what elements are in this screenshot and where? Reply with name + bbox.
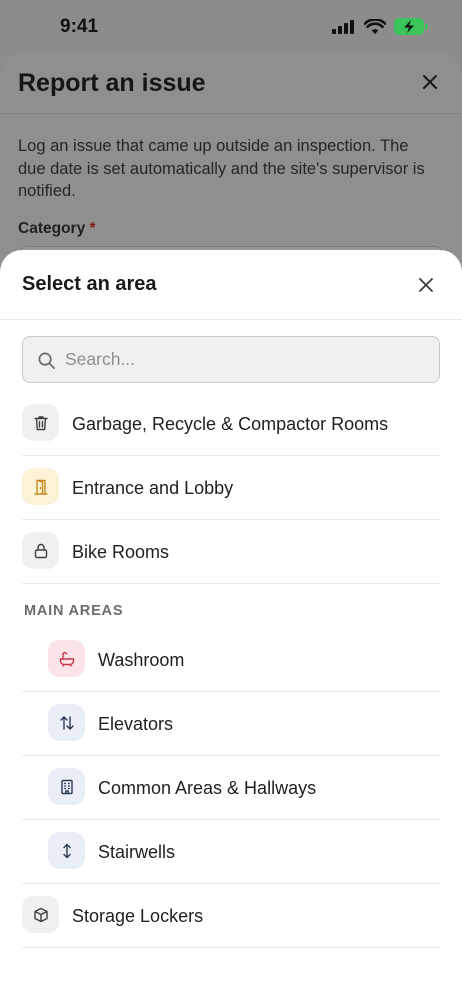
area-item-storage-lockers[interactable]: Storage Lockers [22,884,440,948]
sheet-header: Select an area [0,250,462,320]
report-issue-header: Report an issue [0,52,462,114]
vertical-arrow-icon [48,832,85,869]
bathtub-icon [48,640,85,677]
cellular-signal-icon [332,19,354,34]
required-marker: * [89,220,96,237]
report-issue-title: Report an issue [18,69,206,97]
close-icon[interactable] [420,72,440,92]
section-label-main-areas: MAIN AREAS [24,603,124,619]
area-item-label: Common Areas & Hallways [98,778,317,798]
select-area-sheet: Select an area Garbage, Recycle & Compac… [0,250,462,1000]
search-box[interactable] [22,336,440,383]
lock-icon [22,532,59,569]
up-down-arrows-icon [48,704,85,741]
trash-icon [22,404,59,441]
area-item-garbage[interactable]: Garbage, Recycle & Compactor Rooms [22,392,440,456]
category-label-text: Category [18,220,86,237]
area-item-stairwells[interactable]: Stairwells [22,820,440,884]
area-item-bike-rooms[interactable]: Bike Rooms [22,520,440,584]
category-label: Category * [18,220,96,238]
area-item-entrance[interactable]: Entrance and Lobby [22,456,440,520]
search-icon [38,352,55,369]
area-item-elevators[interactable]: Elevators [22,692,440,756]
search-input[interactable] [65,337,425,382]
building-icon [48,768,85,805]
status-icons [332,18,428,35]
area-item-common-areas[interactable]: Common Areas & Hallways [22,756,440,820]
box-icon [22,896,59,933]
area-item-label: Storage Lockers [72,906,204,926]
area-item-label: Entrance and Lobby [72,478,234,498]
battery-charging-icon [394,18,428,35]
area-item-label: Elevators [98,714,174,734]
area-item-washroom[interactable]: Washroom [22,628,440,692]
door-icon [22,468,59,505]
area-item-label: Stairwells [98,842,176,862]
area-item-label: Garbage, Recycle & Compactor Rooms [72,414,389,434]
status-bar: 9:41 [0,0,462,52]
area-item-label: Washroom [98,650,185,670]
sheet-title: Select an area [22,273,157,295]
status-time: 9:41 [60,16,99,37]
close-icon[interactable] [416,275,436,295]
report-issue-description: Log an issue that came up outside an ins… [18,137,425,200]
area-item-label: Bike Rooms [72,542,170,562]
wifi-icon [364,18,386,34]
